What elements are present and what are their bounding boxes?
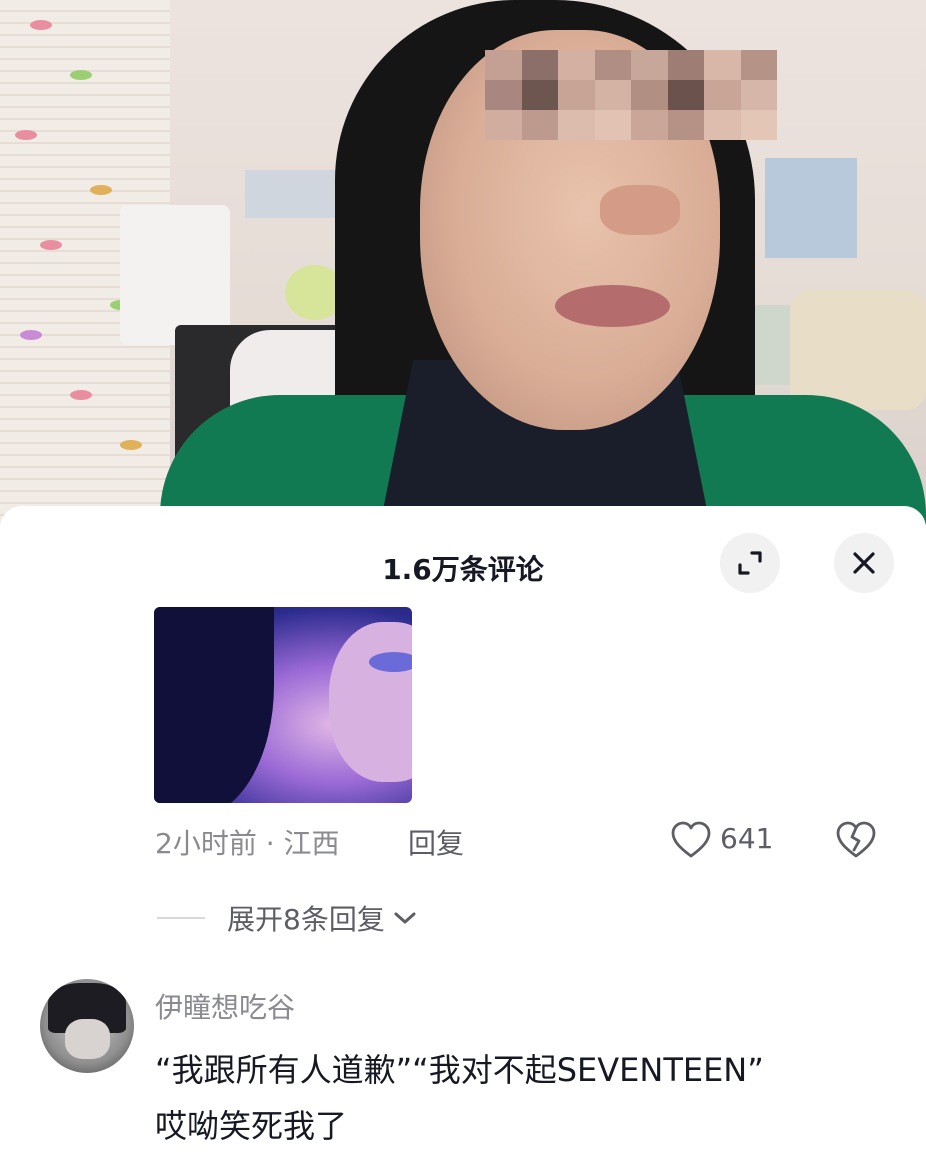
person-nose: [600, 185, 680, 235]
background-items: [790, 290, 926, 410]
privacy-mosaic: [485, 50, 777, 140]
reply-button[interactable]: 回复: [408, 822, 464, 862]
broken-heart-icon[interactable]: [835, 820, 877, 860]
background-poster: [765, 158, 857, 258]
comment-username[interactable]: 伊瞳想吃谷: [155, 986, 295, 1026]
comment-time-location: 2小时前 · 江西: [155, 827, 340, 860]
comment-text-line: “我跟所有人道歉”“我对不起SEVENTEEN”: [155, 1051, 764, 1089]
close-button[interactable]: [834, 533, 894, 593]
comment-sticker-image[interactable]: [154, 607, 412, 803]
video-player[interactable]: [0, 0, 926, 525]
person-lips: [555, 285, 670, 327]
expand-button[interactable]: [720, 533, 780, 593]
comments-sheet: 1.6万条评论 2小时前 · 江西 回复 641 展开8条回复 伊瞳想吃谷 “我…: [0, 506, 926, 1150]
chevron-down-icon: [394, 912, 416, 924]
comment-text-line: 哎呦笑死我了: [155, 1107, 348, 1145]
close-icon: [853, 552, 875, 574]
comments-count-title: 1.6万条评论: [382, 553, 544, 586]
background-cabinet: [120, 205, 230, 345]
expand-replies-button[interactable]: 展开8条回复: [157, 898, 417, 938]
expand-replies-label: 展开8条回复: [227, 903, 385, 936]
comment-text: “我跟所有人道歉”“我对不起SEVENTEEN” 哎呦笑死我了: [155, 1042, 895, 1154]
heart-icon[interactable]: [670, 820, 712, 860]
avatar[interactable]: [40, 979, 134, 1073]
like-count: 641: [720, 822, 774, 855]
divider-line: [157, 917, 205, 919]
background-photos: [245, 170, 340, 218]
expand-icon: [738, 551, 762, 575]
